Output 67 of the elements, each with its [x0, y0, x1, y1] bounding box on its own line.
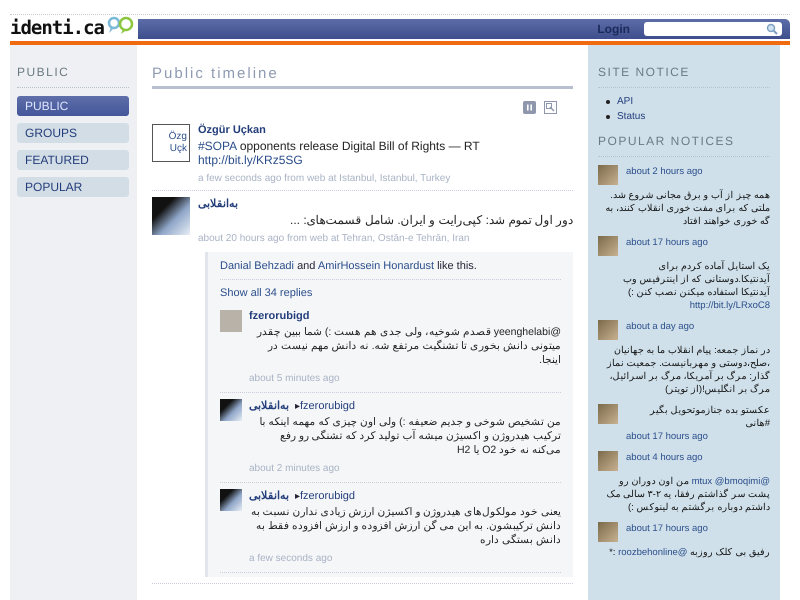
- notice-text: همه چیز از آب و برق مجانی شروع شد. ملتی که برای مفت خوری انقلاب کنند، به گه خوری خواهند افتاد: [604, 189, 770, 228]
- avatar-photo-placeholder: [220, 310, 242, 332]
- reply-to-text: ▸: [295, 490, 300, 502]
- notice-time-link[interactable]: about 17 hours ago: [626, 430, 770, 443]
- sidebar-heading: PUBLIC: [17, 65, 129, 88]
- avatar-photo-placeholder: [598, 165, 618, 185]
- notice-meta: about 20 hours ago from web at Tehran, Ostān-e Tehrān, Iran: [198, 233, 470, 244]
- notice-link[interactable]: http://bit.ly/KRz5SG: [198, 153, 303, 167]
- reply-time: about 5 minutes ago: [249, 373, 341, 384]
- notice-time-link[interactable]: about a day ago: [626, 320, 770, 333]
- reply-text: من تشخیص شوخی و جدیم ضعیفه :) ولی اون چیزی که مهمه اینکه با ترکیب هیدروژن و اکسیژن میشه آب تولید کرد که تشنگی رو رفع می‌کنه نه خود O2 یا H2: [258, 415, 561, 457]
- avatar-photo-placeholder: [598, 451, 618, 471]
- sidebar-heading: POPULAR NOTICES: [598, 134, 770, 157]
- pause-icon[interactable]: [523, 101, 536, 114]
- reply-text: یعنی خود مولکول‌های هیدروژن و اکسیژن ارزش زیادی ندارن نسبت به دانش ترکیبشون. به این می گن ارزش افزوده و ارزش افزوده فقط به دانش بستگی داره: [250, 505, 561, 547]
- notice-text: #SOPA opponents release Digital Bill of Rights — RT http://bit.ly/KRz5SG: [198, 139, 480, 167]
- notice-time-link[interactable]: about 17 hours ago: [626, 522, 770, 535]
- reply-text: @yeenghelabi قصدم شوخیه، ولی جدی هم هست :) شما ببین چقدر میتونی دانش بخوری تا تشنگیت مرتفع شه. نه دانش مهم نیست در اینجا.: [256, 325, 561, 367]
- notice-meta: a few seconds ago from web at Istanbul, Istanbul, Turkey: [198, 173, 452, 184]
- avatar-photo-placeholder: [220, 489, 242, 511]
- notice-link[interactable]: @roozbehonline: [618, 547, 688, 558]
- user-link[interactable]: Danial Behzadi: [220, 260, 294, 272]
- popout-icon[interactable]: [544, 101, 557, 114]
- sidebar-heading: SITE NOTICE: [598, 65, 770, 88]
- site-notice-link[interactable]: Status: [617, 111, 646, 122]
- reply-to-text: ▸: [295, 400, 300, 412]
- nav-tab[interactable]: POPULAR: [17, 177, 129, 197]
- recipient-link[interactable]: fzerorubigd: [300, 490, 356, 502]
- notice-link[interactable]: http://bit.ly/LRxoC8: [690, 300, 770, 311]
- notice-text: دور اول تموم شد: کپی‌رایت و ایران. شامل قسمت‌های: ...: [288, 213, 573, 227]
- nav-tab[interactable]: PUBLIC: [17, 96, 129, 116]
- author-link[interactable]: به‌انقلابی: [198, 197, 238, 210]
- site-logo[interactable]: identi.ca: [10, 17, 104, 39]
- notice-text: در نماز جمعه: پیام انقلاب ما به جهانیان ،صلح،دوستی و مهربانیست. جمعیت نماز گذار: مرگ بر آمریکا، مرگ بر اسرائیل، مرگ بر انگلیس!(از تویتر): [606, 344, 770, 396]
- nav-tab[interactable]: FEATURED: [17, 150, 129, 170]
- speech-bubbles-icon: [106, 15, 134, 35]
- notice-time-link[interactable]: about 2 hours ago: [626, 165, 770, 178]
- notice-time-link[interactable]: about 4 hours ago: [626, 451, 770, 464]
- nav-tab[interactable]: GROUPS: [17, 123, 129, 143]
- reply-time: about 2 minutes ago: [249, 463, 341, 474]
- author-link[interactable]: به‌انقلابی: [249, 489, 289, 502]
- search-field[interactable]: [644, 22, 782, 36]
- bullet-icon: [606, 114, 610, 118]
- show-replies-link[interactable]: Show all 34 replies: [220, 280, 561, 304]
- broken-avatar-image: Özg Uçk: [152, 124, 190, 162]
- notice-link[interactable]: @mtux @bmoqimi: [692, 476, 770, 487]
- page-title: Public timeline: [152, 65, 573, 89]
- avatar-photo-placeholder: [598, 320, 618, 340]
- likes-text: and: [297, 260, 316, 272]
- notice-link[interactable]: #SOPA: [198, 139, 236, 153]
- reply-time: a few seconds ago: [249, 553, 334, 564]
- avatar-photo-placeholder: [598, 236, 618, 256]
- author-link[interactable]: fzerorubigd: [249, 310, 310, 322]
- avatar-photo-placeholder: [598, 522, 618, 542]
- avatar-photo-placeholder: [152, 197, 190, 235]
- bullet-icon: [606, 100, 610, 104]
- site-notice-link[interactable]: API: [617, 96, 634, 107]
- avatar-photo-placeholder: [598, 404, 618, 424]
- recipient-link[interactable]: fzerorubigd: [300, 400, 356, 412]
- notice-time-link[interactable]: about 17 hours ago: [626, 236, 770, 249]
- avatar-photo-placeholder: [220, 399, 242, 421]
- notice-text: عکستو بده جنازموتحویل بگیر #هانی: [648, 404, 770, 430]
- author-link[interactable]: به‌انقلابی: [249, 399, 289, 412]
- search-icon: [766, 23, 778, 35]
- author-link[interactable]: Özgür Uçkan: [198, 124, 266, 136]
- likes-text: like this.: [437, 260, 477, 272]
- user-link[interactable]: AmirHossein Honardust: [318, 260, 434, 272]
